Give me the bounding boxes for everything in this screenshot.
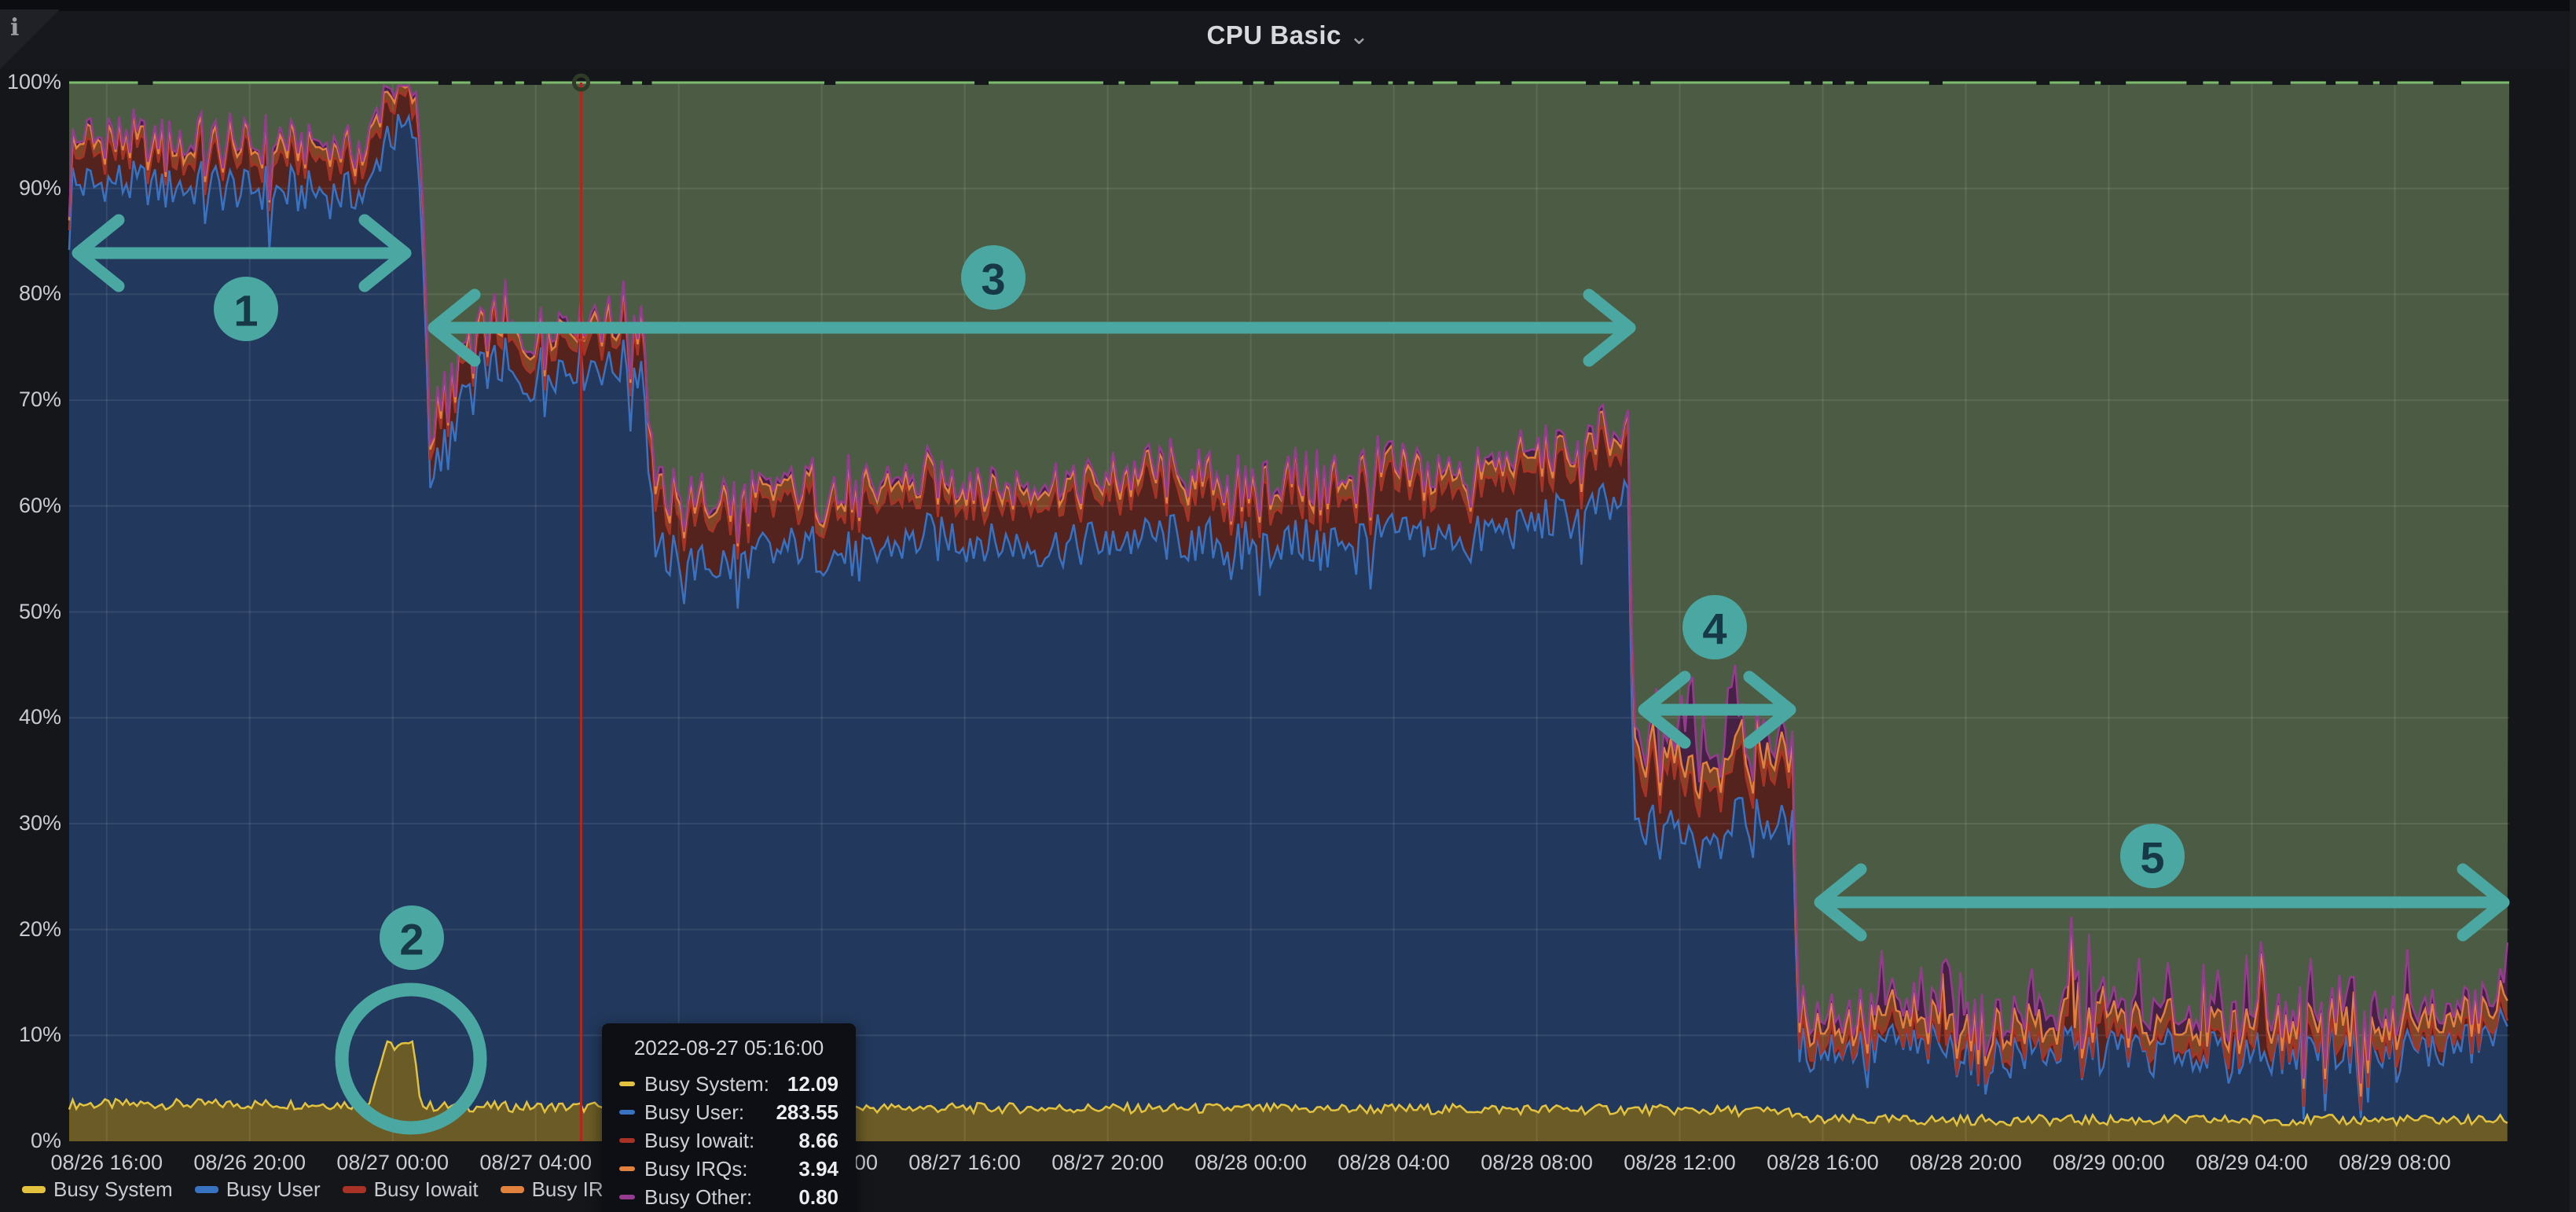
tooltip-rows: Busy System:12.09Busy User:283.55Busy Io… — [619, 1070, 838, 1211]
annotation-number: 1 — [233, 286, 258, 336]
tooltip-row: Busy Iowait: 8.66 — [619, 1126, 838, 1155]
y-axis-label: 80% — [5, 281, 61, 306]
legend-item-busy-user[interactable]: Busy User — [195, 1177, 321, 1202]
annotation-number: 3 — [981, 255, 1005, 304]
y-axis-label: 20% — [5, 917, 61, 942]
y-axis-label: 10% — [5, 1023, 61, 1047]
tooltip-row: Busy Other: 0.80 — [619, 1183, 838, 1211]
tooltip-series-swatch-icon — [619, 1110, 635, 1115]
tooltip-series-swatch-icon — [619, 1195, 635, 1199]
y-axis-label: 100% — [5, 70, 61, 94]
y-axis-label: 30% — [5, 811, 61, 836]
panel-title[interactable]: CPU Basic ⌄ — [0, 20, 2576, 50]
tooltip: 2022-08-27 05:16:00 Busy System:12.09Bus… — [602, 1023, 856, 1212]
chevron-down-icon[interactable]: ⌄ — [1349, 24, 1370, 50]
grafana-panel: CPU Basic ⌄ i 1 2 3 4 5 100% 90% 80% 70% 60% 50% 40… — [0, 0, 2576, 1212]
y-axis-label: 70% — [5, 387, 61, 412]
y-axis-label: 60% — [5, 494, 61, 518]
tooltip-series-value: 3.94 — [798, 1157, 838, 1181]
panel-info-corner[interactable] — [0, 9, 60, 69]
tooltip-series-label: Busy System: — [644, 1072, 769, 1096]
panel-title-text: CPU Basic — [1206, 20, 1341, 50]
legend-label: Busy System — [53, 1177, 173, 1202]
legend-swatch-icon — [501, 1186, 524, 1193]
legend-item-busy-iowait[interactable]: Busy Iowait — [343, 1177, 479, 1202]
tooltip-series-swatch-icon — [619, 1138, 635, 1143]
tooltip-series-value: 12.09 — [787, 1072, 838, 1096]
annotation-number: 2 — [399, 915, 424, 964]
annotation-number: 5 — [2140, 833, 2164, 883]
tooltip-series-label: Busy User: — [644, 1100, 744, 1125]
annotation-number: 4 — [1702, 604, 1727, 654]
tooltip-series-swatch-icon — [619, 1082, 635, 1086]
tooltip-row: Busy User: 283.55 — [619, 1098, 838, 1126]
top-strip — [0, 0, 2576, 11]
scrollbar[interactable] — [2570, 0, 2576, 1212]
y-axis-label: 50% — [5, 600, 61, 624]
y-axis-label: 0% — [5, 1129, 61, 1153]
tooltip-series-value: 283.55 — [776, 1100, 838, 1125]
x-axis-label: 08/29 08:00 — [2308, 1151, 2481, 1175]
legend-label: Busy User — [226, 1177, 321, 1202]
legend: Busy SystemBusy UserBusy IowaitBusy IRQs — [22, 1177, 629, 1202]
legend-swatch-icon — [22, 1186, 46, 1193]
legend-swatch-icon — [343, 1186, 366, 1193]
y-axis-label: 90% — [5, 176, 61, 200]
tooltip-row: Busy IRQs: 3.94 — [619, 1155, 838, 1183]
legend-item-busy-system[interactable]: Busy System — [22, 1177, 173, 1202]
legend-label: Busy Iowait — [374, 1177, 479, 1202]
cpu-usage-chart[interactable]: 1 2 3 4 5 — [0, 0, 2576, 1212]
tooltip-series-value: 0.80 — [798, 1185, 838, 1210]
tooltip-series-label: Busy IRQs: — [644, 1157, 747, 1181]
tooltip-series-swatch-icon — [619, 1166, 635, 1171]
info-icon[interactable]: i — [10, 14, 19, 42]
y-axis-label: 40% — [5, 705, 61, 729]
tooltip-series-label: Busy Iowait: — [644, 1129, 754, 1153]
tooltip-row: Busy System: 12.09 — [619, 1070, 838, 1098]
tooltip-series-value: 8.66 — [798, 1129, 838, 1153]
tooltip-timestamp: 2022-08-27 05:16:00 — [619, 1036, 838, 1060]
tooltip-series-label: Busy Other: — [644, 1185, 752, 1210]
legend-swatch-icon — [195, 1186, 218, 1193]
